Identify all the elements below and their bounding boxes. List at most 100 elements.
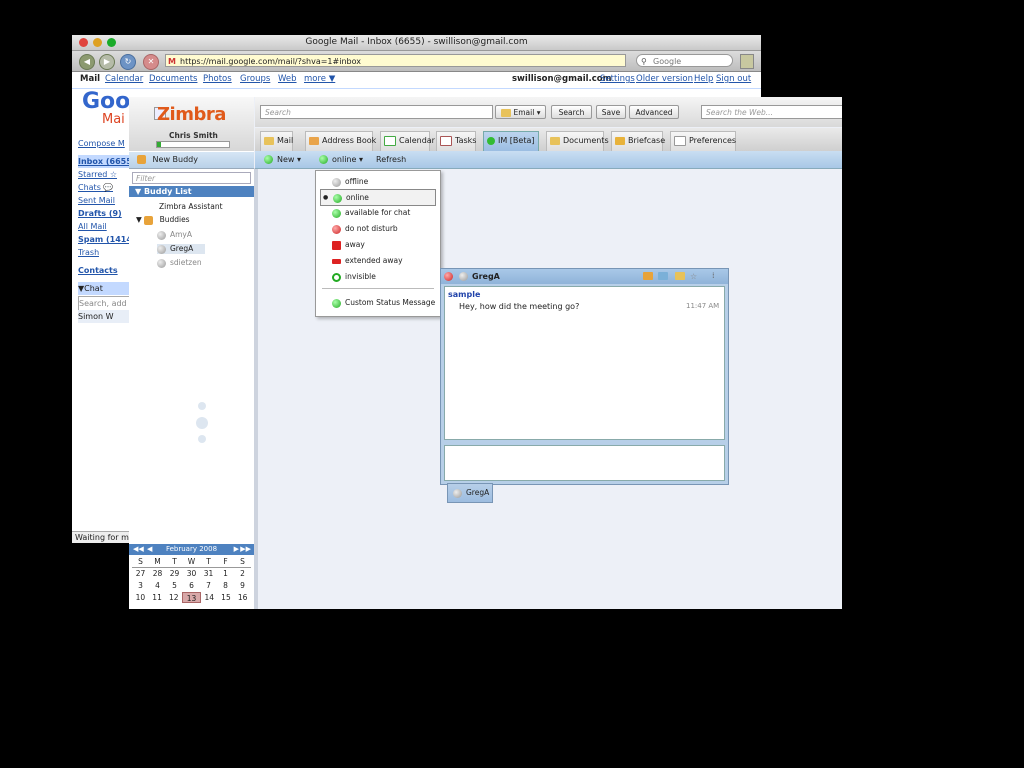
calendar-day[interactable]: 30	[183, 568, 200, 579]
next-year-icon[interactable]: ▶▶	[240, 544, 251, 555]
url-bar[interactable]: M https://mail.google.com/mail/?shva=1#i…	[165, 54, 626, 67]
chat-taskbar-tab[interactable]: GregA	[447, 483, 493, 503]
favorite-icon[interactable]: ☆	[690, 269, 697, 284]
sign-out-link[interactable]: Sign out	[716, 74, 751, 84]
calendar-day[interactable]: 12	[165, 592, 182, 603]
chat-contact[interactable]: Simon W	[78, 310, 134, 323]
calendar-day[interactable]: 16	[234, 592, 251, 603]
nav-web[interactable]: Web	[278, 74, 297, 84]
next-month-icon[interactable]: ▶	[234, 544, 239, 555]
panel-splitter[interactable]	[254, 168, 258, 609]
calendar-day[interactable]: 2	[234, 568, 251, 579]
calendar-day[interactable]: 7	[200, 580, 217, 591]
new-buddy-button[interactable]: New Buddy	[129, 152, 254, 169]
nav-more[interactable]: more ▼	[304, 74, 335, 84]
calendar-day-today[interactable]: 13	[182, 592, 201, 603]
status-menu-item-chat[interactable]: available for chat	[316, 205, 440, 220]
tab-im[interactable]: IM [Beta]	[483, 131, 539, 151]
send-file-icon[interactable]	[658, 272, 668, 280]
calendar-day[interactable]: 8	[217, 580, 234, 591]
calendar-day[interactable]: 31	[200, 568, 217, 579]
calendar-day[interactable]: 15	[218, 592, 235, 603]
folder-starred[interactable]: Starred ☆	[78, 168, 117, 181]
nav-documents[interactable]: Documents	[149, 74, 197, 84]
tab-tasks[interactable]: Tasks	[436, 131, 476, 151]
tab-preferences[interactable]: Preferences	[670, 131, 736, 151]
folder-inbox[interactable]: Inbox (6655)	[78, 155, 136, 168]
folder-trash[interactable]: Trash	[78, 246, 99, 259]
search-type-dropdown[interactable]: Email ▾	[495, 105, 546, 119]
refresh-button[interactable]: Refresh	[376, 151, 406, 168]
buddy-item[interactable]: sdietzen	[157, 258, 202, 268]
calendar-day[interactable]: 9	[234, 580, 251, 591]
calendar-day[interactable]: 5	[166, 580, 183, 591]
buddy-filter-input[interactable]: Filter	[132, 172, 251, 184]
folder-drafts[interactable]: Drafts (9)	[78, 207, 122, 220]
preferences-icon	[674, 135, 686, 146]
buddy-item-selected[interactable]: GregA	[157, 244, 205, 254]
save-search-button[interactable]: Save	[596, 105, 626, 119]
calendar-day[interactable]: 3	[132, 580, 149, 591]
chat-search-input[interactable]: Search, add	[78, 296, 134, 311]
calendar-day[interactable]: 1	[217, 568, 234, 579]
status-menu-item-online[interactable]: ● online	[320, 189, 436, 206]
bookmark-icon[interactable]	[740, 54, 754, 69]
email-transcript-icon[interactable]	[675, 272, 685, 280]
advanced-search-button[interactable]: Advanced	[629, 105, 679, 119]
reload-icon[interactable]: ↻	[120, 54, 136, 70]
search-input[interactable]: Search	[260, 105, 493, 119]
chat-header[interactable]: ▼Chat	[78, 282, 134, 295]
nav-groups[interactable]: Groups	[240, 74, 270, 84]
compose-link[interactable]: Compose M	[78, 137, 125, 150]
contacts-link[interactable]: Contacts	[78, 264, 118, 277]
zimbra-assistant-item[interactable]: Zimbra Assistant	[159, 202, 223, 211]
prev-year-icon[interactable]: ◀◀	[133, 544, 144, 555]
buddy-list-header[interactable]: ▼ Buddy List	[129, 186, 254, 197]
buddies-group[interactable]: ▼ Buddies	[136, 215, 190, 225]
status-menu-item-custom[interactable]: Custom Status Message	[316, 295, 440, 310]
older-version-link[interactable]: Older version	[636, 74, 693, 84]
folder-sent[interactable]: Sent Mail	[78, 194, 115, 207]
tab-mail[interactable]: Mail	[260, 131, 293, 151]
tab-briefcase[interactable]: Briefcase	[611, 131, 665, 151]
calendar-day[interactable]: 10	[132, 592, 149, 603]
status-menu-item-away[interactable]: away	[316, 237, 440, 252]
add-to-buddy-list-icon[interactable]	[643, 272, 653, 280]
tab-calendar[interactable]: Calendar	[380, 131, 435, 151]
status-dropdown-button[interactable]: online ▾	[319, 151, 363, 168]
nav-calendar[interactable]: Calendar	[105, 74, 143, 84]
calendar-day[interactable]: 11	[149, 592, 166, 603]
stop-icon[interactable]: ✕	[143, 54, 159, 70]
forward-icon[interactable]: ▶	[99, 54, 115, 70]
status-menu-item-dnd[interactable]: do not disturb	[316, 221, 440, 236]
calendar-day[interactable]: 29	[166, 568, 183, 579]
calendar-day[interactable]: 27	[132, 568, 149, 579]
search-button[interactable]: Search	[551, 105, 592, 119]
buddy-item[interactable]: AmyA	[157, 230, 192, 240]
calendar-day[interactable]: 4	[149, 580, 166, 591]
tab-documents[interactable]: Documents	[546, 131, 609, 151]
folder-all-mail[interactable]: All Mail	[78, 220, 107, 233]
menu-icon[interactable]: ⁞	[712, 268, 715, 283]
status-menu-item-invisible[interactable]: invisible	[316, 269, 440, 284]
folder-spam[interactable]: Spam (1414)	[78, 233, 136, 246]
settings-link[interactable]: Settings	[600, 74, 635, 84]
folder-chats[interactable]: Chats 💬	[78, 181, 113, 194]
calendar-day[interactable]: 14	[201, 592, 218, 603]
prev-month-icon[interactable]: ◀	[147, 544, 152, 555]
close-chat-icon[interactable]	[444, 272, 453, 281]
new-im-button[interactable]: New ▾	[264, 151, 301, 168]
status-menu-item-xa[interactable]: extended away	[316, 253, 440, 268]
nav-mail[interactable]: Mail	[80, 74, 100, 84]
help-link[interactable]: Help	[694, 74, 713, 84]
chat-window-header[interactable]: GregA ☆ ⁞	[441, 269, 728, 284]
back-icon[interactable]: ◀	[79, 54, 95, 70]
chat-message-input[interactable]	[444, 445, 725, 481]
calendar-day[interactable]: 28	[149, 568, 166, 579]
nav-photos[interactable]: Photos	[203, 74, 232, 84]
calendar-day[interactable]: 6	[183, 580, 200, 591]
status-menu-item-offline[interactable]: offline	[316, 174, 440, 189]
browser-search-input[interactable]: ⚲ Google	[636, 54, 733, 67]
web-search-input[interactable]: Search the Web...	[701, 105, 842, 119]
tab-address-book[interactable]: Address Book	[305, 131, 376, 151]
